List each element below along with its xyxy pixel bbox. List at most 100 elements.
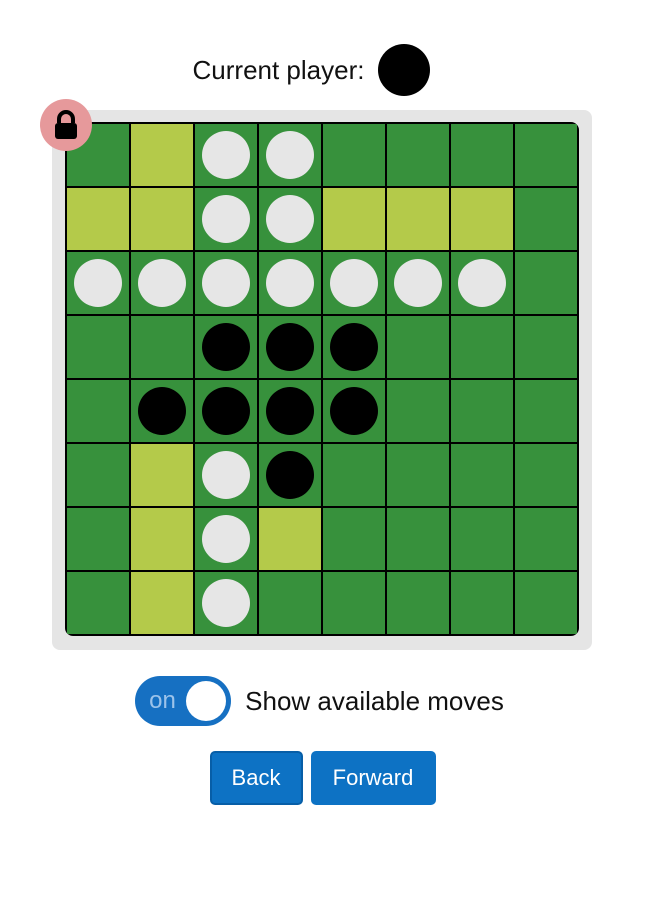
board-cell[interactable] [259, 572, 321, 634]
board-cell[interactable] [323, 380, 385, 442]
white-disc [202, 131, 250, 179]
board-cell[interactable] [451, 252, 513, 314]
black-disc [138, 387, 186, 435]
board-cell[interactable] [131, 316, 193, 378]
board-cell[interactable] [387, 252, 449, 314]
board-cell[interactable] [259, 124, 321, 186]
board-cell[interactable] [195, 444, 257, 506]
board-cell[interactable] [67, 316, 129, 378]
current-player-label: Current player: [192, 54, 365, 85]
white-disc [266, 131, 314, 179]
board-cell[interactable] [67, 572, 129, 634]
white-disc [266, 259, 314, 307]
board-cell[interactable] [195, 188, 257, 250]
board-cell[interactable] [259, 380, 321, 442]
black-disc [266, 323, 314, 371]
black-disc [330, 387, 378, 435]
board-cell[interactable] [451, 124, 513, 186]
black-disc [266, 387, 314, 435]
current-player-header: Current player: [0, 42, 645, 98]
toggle-state-text: on [149, 687, 176, 714]
board-cell-available-move[interactable] [67, 188, 129, 250]
board-cell[interactable] [323, 572, 385, 634]
black-disc [330, 323, 378, 371]
board-cell[interactable] [451, 572, 513, 634]
board-cell[interactable] [67, 252, 129, 314]
board-cell[interactable] [387, 444, 449, 506]
lock-icon [55, 110, 77, 139]
board-cell[interactable] [515, 316, 577, 378]
white-disc [202, 195, 250, 243]
board-cell[interactable] [387, 124, 449, 186]
black-disc [202, 323, 250, 371]
board-cell-available-move[interactable] [451, 188, 513, 250]
board-cell[interactable] [67, 380, 129, 442]
board-cell-available-move[interactable] [131, 572, 193, 634]
white-disc [394, 259, 442, 307]
board-cell[interactable] [387, 508, 449, 570]
board-cell[interactable] [515, 188, 577, 250]
board-cell[interactable] [451, 316, 513, 378]
board-cell[interactable] [515, 252, 577, 314]
board-cell-available-move[interactable] [387, 188, 449, 250]
board-cell-available-move[interactable] [131, 444, 193, 506]
board-cell[interactable] [259, 444, 321, 506]
board-cell-available-move[interactable] [131, 124, 193, 186]
board-cell[interactable] [195, 316, 257, 378]
board-cell[interactable] [195, 508, 257, 570]
lock-button[interactable] [40, 99, 92, 151]
white-disc [138, 259, 186, 307]
board-cell[interactable] [67, 508, 129, 570]
white-disc [74, 259, 122, 307]
board-cell[interactable] [323, 508, 385, 570]
board-cell[interactable] [323, 252, 385, 314]
board-cell[interactable] [515, 444, 577, 506]
board-cell[interactable] [195, 124, 257, 186]
board-cell[interactable] [195, 252, 257, 314]
forward-button[interactable]: Forward [310, 751, 436, 805]
white-disc [458, 259, 506, 307]
toggle-knob [186, 681, 227, 721]
board-cell[interactable] [515, 572, 577, 634]
board-cell-available-move[interactable] [323, 188, 385, 250]
white-disc [330, 259, 378, 307]
board-cell[interactable] [195, 572, 257, 634]
board-cell[interactable] [131, 380, 193, 442]
board-cell[interactable] [387, 572, 449, 634]
board-cell[interactable] [515, 508, 577, 570]
board-cell[interactable] [259, 316, 321, 378]
black-disc [202, 387, 250, 435]
white-disc [266, 195, 314, 243]
show-moves-row: on Show available moves [0, 676, 645, 726]
board-cell[interactable] [323, 124, 385, 186]
reversi-page: Current player: on Show available moves … [0, 0, 645, 913]
current-player-disc [378, 44, 431, 96]
board-cell[interactable] [259, 188, 321, 250]
show-moves-label: Show available moves [245, 685, 504, 716]
board-cell[interactable] [451, 380, 513, 442]
board-cell[interactable] [387, 316, 449, 378]
board-cell[interactable] [387, 380, 449, 442]
white-disc [202, 451, 250, 499]
board-cell[interactable] [451, 508, 513, 570]
board-cell[interactable] [451, 444, 513, 506]
board-cell[interactable] [259, 252, 321, 314]
history-controls: Back Forward [0, 751, 645, 805]
white-disc [202, 515, 250, 563]
board-cell[interactable] [323, 444, 385, 506]
black-disc [266, 451, 314, 499]
board-cell[interactable] [67, 444, 129, 506]
board-cell-available-move[interactable] [259, 508, 321, 570]
game-board [65, 122, 579, 636]
board-cell-available-move[interactable] [131, 188, 193, 250]
board-cell[interactable] [323, 316, 385, 378]
board-cell[interactable] [515, 124, 577, 186]
show-moves-toggle[interactable]: on [135, 676, 232, 726]
board-cell[interactable] [195, 380, 257, 442]
back-button[interactable]: Back [209, 751, 303, 805]
white-disc [202, 579, 250, 627]
board-cell-available-move[interactable] [131, 508, 193, 570]
board-cell[interactable] [131, 252, 193, 314]
board-cell[interactable] [515, 380, 577, 442]
white-disc [202, 259, 250, 307]
